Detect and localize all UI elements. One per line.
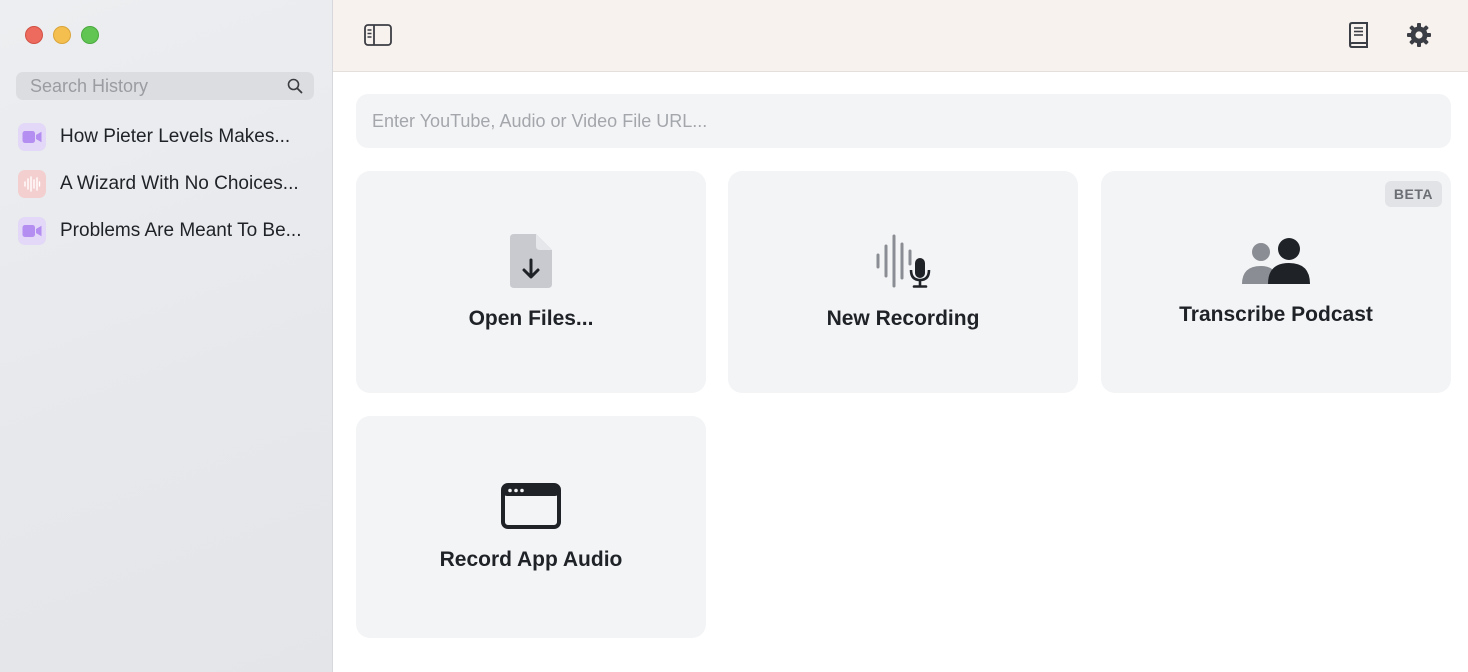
record-app-audio-label: Record App Audio — [439, 547, 623, 571]
history-item-label: A Wizard With No Choices... — [60, 172, 299, 194]
gear-icon[interactable] — [1404, 20, 1434, 50]
people-icon — [1242, 237, 1310, 289]
search-icon[interactable] — [286, 77, 304, 95]
sidebar-toggle-icon[interactable] — [363, 20, 393, 50]
history-item[interactable]: A Wizard With No Choices... — [16, 160, 316, 207]
sidebar: How Pieter Levels Makes... A Wizard With… — [0, 0, 333, 672]
beta-badge: BETA — [1384, 181, 1442, 207]
url-input[interactable] — [372, 110, 1435, 132]
maximize-window-button[interactable] — [81, 26, 99, 44]
history-item[interactable]: Problems Are Meant To Be... — [16, 207, 316, 254]
transcribe-podcast-label: Transcribe Podcast — [1179, 302, 1373, 326]
video-icon — [18, 216, 46, 245]
new-recording-label: New Recording — [826, 306, 980, 330]
waveform-microphone-icon — [875, 234, 931, 293]
close-window-button[interactable] — [25, 26, 43, 44]
transcribe-podcast-card[interactable]: BETA Transcribe Podcast — [1101, 171, 1451, 393]
url-input-box — [356, 94, 1451, 148]
file-download-icon — [510, 233, 552, 293]
minimize-window-button[interactable] — [53, 26, 71, 44]
search-history-input[interactable] — [30, 75, 286, 97]
video-icon — [18, 122, 46, 151]
toolbar — [333, 0, 1468, 72]
app-window-icon — [501, 482, 561, 534]
book-icon[interactable] — [1343, 20, 1373, 50]
history-item-label: Problems Are Meant To Be... — [60, 219, 302, 241]
window-controls — [25, 26, 99, 44]
app-window: How Pieter Levels Makes... A Wizard With… — [0, 0, 1468, 672]
main-content: Open Files... New Recording BETA Transcr… — [333, 0, 1468, 672]
waveform-icon — [18, 169, 46, 198]
history-item-label: How Pieter Levels Makes... — [60, 125, 291, 147]
record-app-audio-card[interactable]: Record App Audio — [356, 416, 706, 638]
open-files-label: Open Files... — [468, 306, 594, 330]
history-list: How Pieter Levels Makes... A Wizard With… — [16, 113, 316, 254]
new-recording-card[interactable]: New Recording — [728, 171, 1078, 393]
search-history-box — [16, 72, 314, 100]
open-files-card[interactable]: Open Files... — [356, 171, 706, 393]
history-item[interactable]: How Pieter Levels Makes... — [16, 113, 316, 160]
